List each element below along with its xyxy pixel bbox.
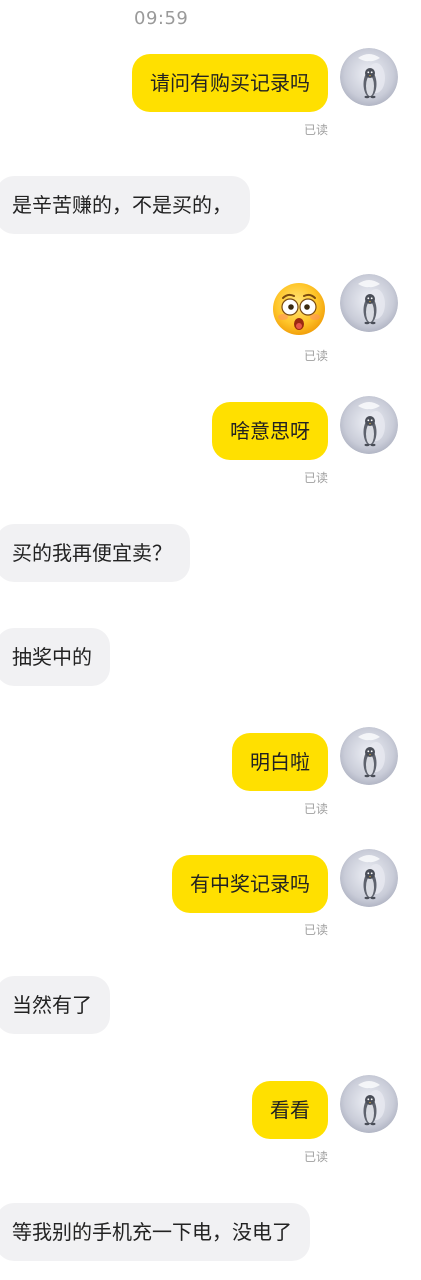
incoming-message-bubble[interactable]: 买的我再便宜卖？ [0, 524, 190, 582]
outgoing-message-bubble[interactable]: 明白啦 [232, 733, 328, 791]
incoming-message-bubble[interactable]: 是辛苦赚的，不是买的， [0, 176, 250, 234]
chat-screen: 09:59 请问有购买记录吗 已读 是辛苦赚的，不是买的， 已读 啥意思呀 已读 [0, 0, 421, 1280]
incoming-message-bubble[interactable]: 等我别的手机充一下电，没电了 [0, 1203, 310, 1261]
read-receipt: 已读 [303, 123, 328, 137]
incoming-message-bubble[interactable]: 抽奖中的 [0, 628, 110, 686]
user-avatar[interactable] [340, 396, 398, 454]
user-avatar[interactable] [340, 274, 398, 332]
outgoing-message-bubble[interactable]: 啥意思呀 [212, 402, 328, 460]
read-receipt: 已读 [303, 923, 328, 937]
read-receipt: 已读 [303, 802, 328, 816]
read-receipt: 已读 [303, 471, 328, 485]
read-receipt: 已读 [303, 349, 328, 363]
astonished-face-emoji-icon[interactable] [272, 282, 326, 336]
outgoing-message-bubble[interactable]: 看看 [252, 1081, 328, 1139]
user-avatar[interactable] [340, 727, 398, 785]
user-avatar[interactable] [340, 48, 398, 106]
user-avatar[interactable] [340, 849, 398, 907]
outgoing-message-bubble[interactable]: 有中奖记录吗 [172, 855, 328, 913]
outgoing-message-bubble[interactable]: 请问有购买记录吗 [132, 54, 328, 112]
user-avatar[interactable] [340, 1075, 398, 1133]
timestamp: 09:59 [134, 8, 189, 29]
incoming-message-bubble[interactable]: 当然有了 [0, 976, 110, 1034]
read-receipt: 已读 [303, 1150, 328, 1164]
